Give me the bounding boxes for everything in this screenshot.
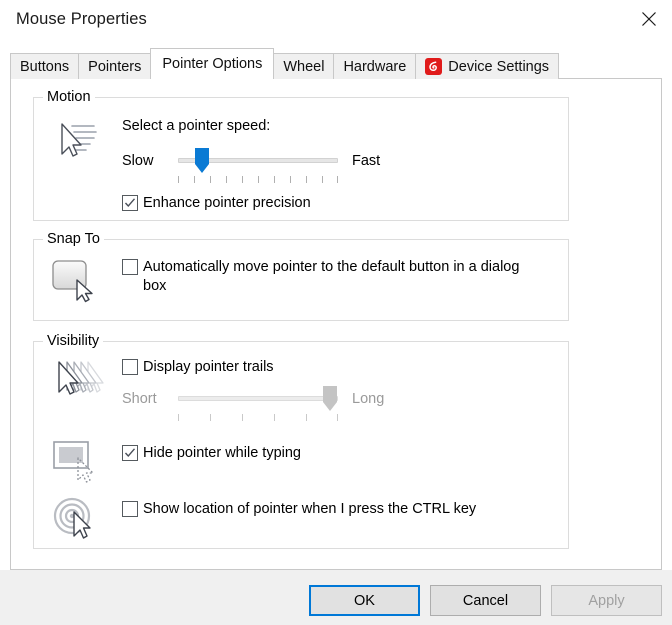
checkbox-box[interactable] (122, 501, 138, 517)
close-icon (642, 12, 656, 26)
tab-label: Device Settings (448, 58, 550, 75)
checkbox-label: Show location of pointer when I press th… (143, 501, 477, 517)
slider-ticks (178, 176, 338, 184)
pointer-speed-label: Select a pointer speed: (122, 118, 271, 134)
cancel-button-label: Cancel (462, 592, 509, 609)
title-bar: Mouse Properties (0, 0, 672, 44)
slider-ticks (178, 414, 338, 422)
slider-thumb (323, 386, 337, 411)
slider-max-label: Fast (352, 153, 381, 169)
tab-label: Wheel (283, 58, 325, 75)
dialog-footer: OK Cancel Apply (0, 570, 672, 625)
group-snap-to-title: Snap To (43, 231, 104, 247)
slider-max-label: Long (352, 391, 385, 407)
checkbox-box[interactable] (122, 359, 138, 375)
pointer-speed-icon (48, 116, 104, 166)
check-icon (124, 198, 136, 208)
checkbox-show-pointer-location[interactable]: Show location of pointer when I press th… (122, 500, 476, 519)
tab-strip: Buttons Pointers Pointer Options Wheel H… (10, 48, 560, 79)
window-title: Mouse Properties (16, 10, 147, 28)
checkbox-display-pointer-trails[interactable]: Display pointer trails (122, 358, 274, 377)
tab-device-settings[interactable]: Device Settings (415, 53, 560, 79)
pointer-location-ping-icon (48, 494, 104, 544)
slider-track (178, 396, 338, 401)
pointer-speed-slider[interactable]: Slow Fast (122, 146, 422, 186)
check-icon (124, 448, 136, 458)
pointer-trails-length-slider: Short Long (122, 384, 422, 424)
checkbox-box[interactable] (122, 259, 138, 275)
group-visibility: Visibility Display pointer trails Short (33, 333, 569, 549)
slider-min-label: Slow (122, 153, 154, 169)
apply-button-label: Apply (588, 592, 625, 609)
tab-hardware[interactable]: Hardware (333, 53, 417, 79)
tab-pointers[interactable]: Pointers (78, 53, 152, 79)
tab-buttons[interactable]: Buttons (10, 53, 80, 79)
ok-button-label: OK (354, 592, 375, 609)
checkbox-enhance-pointer-precision[interactable]: Enhance pointer precision (122, 194, 311, 213)
close-button[interactable] (626, 0, 672, 38)
pointer-trails-icon (48, 356, 104, 406)
group-visibility-title: Visibility (43, 333, 104, 349)
tab-label: Pointer Options (162, 56, 263, 72)
checkbox-hide-pointer-while-typing[interactable]: Hide pointer while typing (122, 444, 301, 463)
default-button-snap-icon (48, 256, 104, 306)
synaptics-logo-icon (425, 58, 443, 75)
tab-label: Buttons (20, 58, 70, 75)
slider-min-label: Short (122, 391, 157, 407)
checkbox-box[interactable] (122, 195, 138, 211)
checkbox-label: Display pointer trails (143, 359, 274, 375)
tab-label: Pointers (88, 58, 142, 75)
checkbox-label: Hide pointer while typing (143, 445, 301, 461)
ok-button[interactable]: OK (309, 585, 420, 616)
checkbox-label: Enhance pointer precision (143, 195, 311, 211)
cancel-button[interactable]: Cancel (430, 585, 541, 616)
tab-label: Hardware (343, 58, 407, 75)
tab-pointer-options[interactable]: Pointer Options (150, 48, 275, 79)
checkbox-label: Automatically move pointer to the defaul… (143, 259, 520, 294)
hide-pointer-typing-icon (48, 438, 104, 488)
group-motion-title: Motion (43, 89, 95, 105)
slider-thumb[interactable] (195, 148, 209, 173)
tab-wheel[interactable]: Wheel (273, 53, 335, 79)
group-motion: Motion Select a pointer speed: Slow Fast… (33, 89, 569, 221)
apply-button: Apply (551, 585, 662, 616)
checkbox-box[interactable] (122, 445, 138, 461)
group-snap-to: Snap To Automatically move pointer to th… (33, 231, 569, 321)
checkbox-auto-move-pointer[interactable]: Automatically move pointer to the defaul… (122, 258, 542, 296)
tab-page-pointer-options: Motion Select a pointer speed: Slow Fast… (10, 78, 662, 570)
